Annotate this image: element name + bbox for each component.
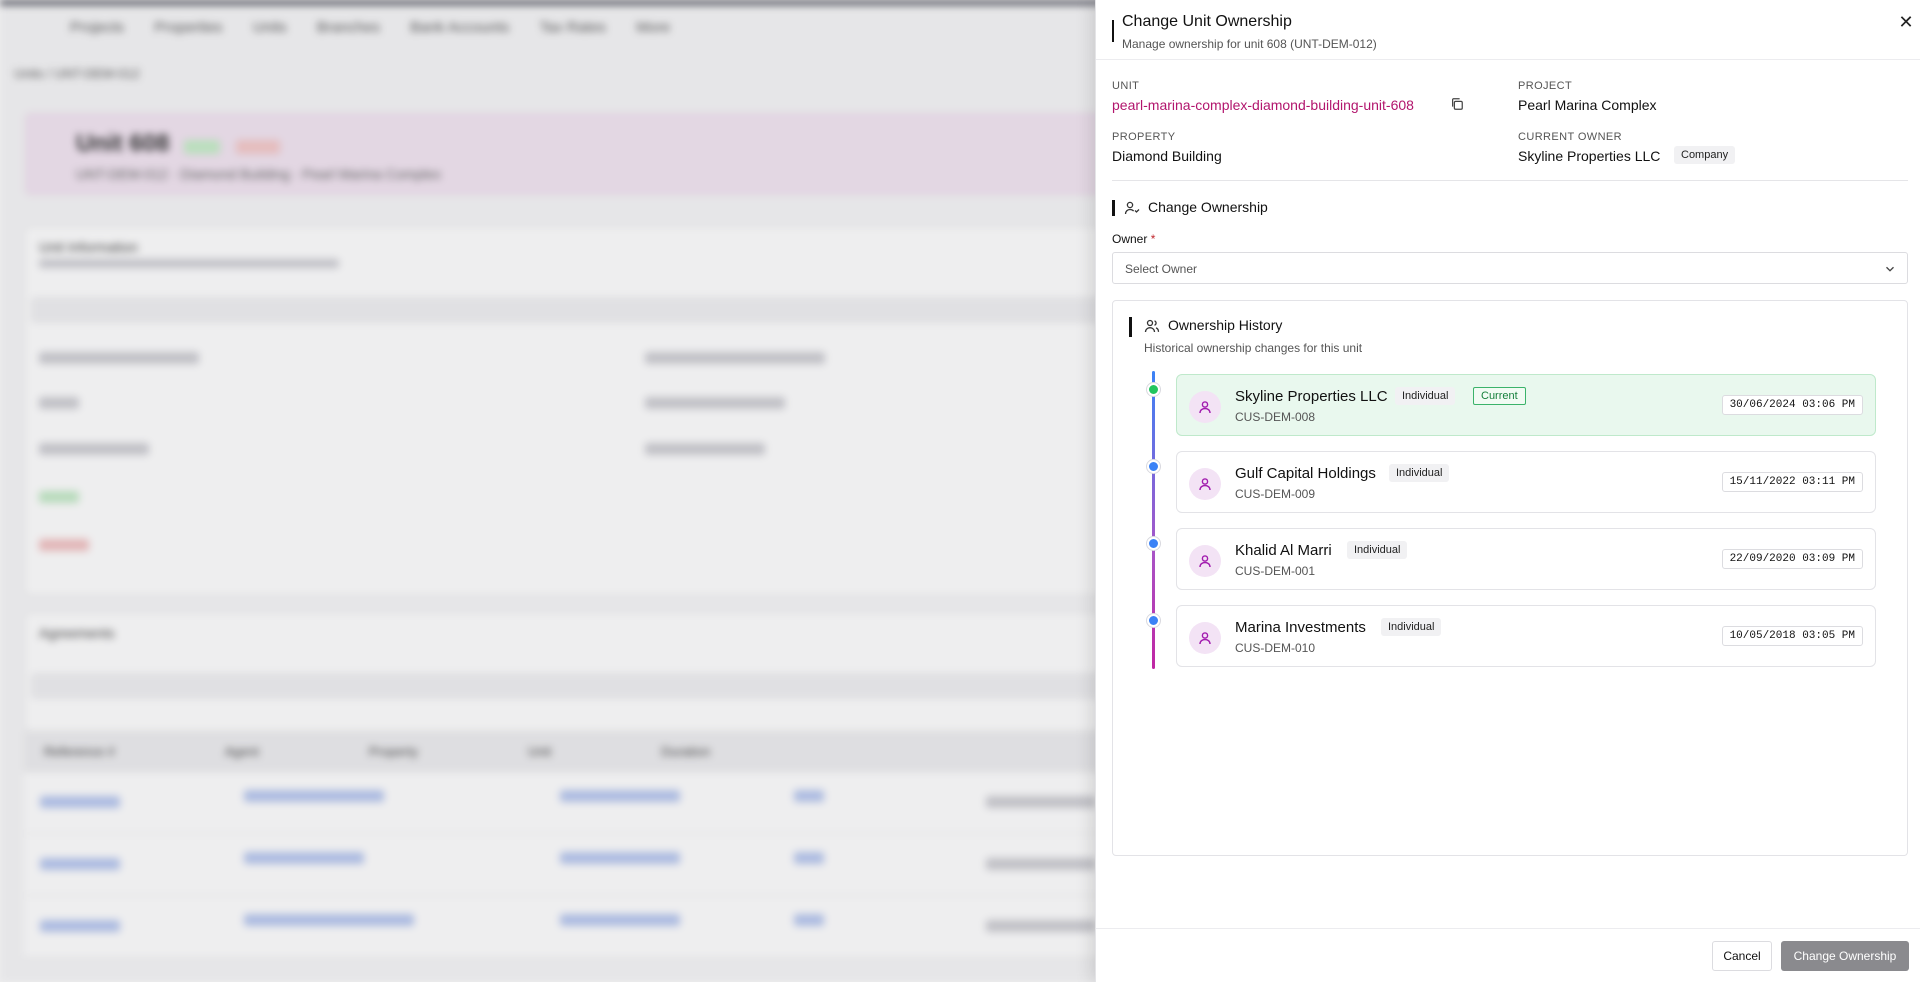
ownership-history-card: Ownership History Historical ownership c… bbox=[1112, 300, 1908, 856]
owner-name: Marina Investments bbox=[1235, 619, 1366, 636]
section-accent-bar bbox=[1112, 200, 1115, 216]
change-ownership-button[interactable]: Change Ownership bbox=[1781, 941, 1909, 971]
owner-type-badge: Individual bbox=[1389, 464, 1450, 482]
avatar bbox=[1189, 545, 1221, 577]
property-value: Diamond Building bbox=[1112, 148, 1222, 164]
owner-select[interactable]: Select Owner bbox=[1112, 252, 1908, 284]
user-icon bbox=[1199, 632, 1211, 645]
history-subtitle: Historical ownership changes for this un… bbox=[1144, 341, 1363, 355]
project-value: Pearl Marina Complex bbox=[1518, 97, 1657, 113]
timeline-dot bbox=[1147, 460, 1160, 473]
history-accent-bar bbox=[1129, 317, 1132, 337]
user-icon bbox=[1199, 478, 1211, 491]
unit-label: UNIT bbox=[1112, 80, 1140, 92]
required-asterisk: * bbox=[1150, 232, 1156, 246]
avatar bbox=[1189, 622, 1221, 654]
timeline-dot bbox=[1147, 537, 1160, 550]
current-owner-value: Skyline Properties LLC bbox=[1518, 148, 1661, 164]
owner-field-label: Owner * bbox=[1112, 232, 1155, 246]
current-owner-label: CURRENT OWNER bbox=[1518, 131, 1622, 143]
avatar bbox=[1189, 468, 1221, 500]
owner-name: Skyline Properties LLC bbox=[1235, 388, 1388, 405]
customer-code: CUS-DEM-001 bbox=[1235, 564, 1316, 578]
timeline-dot-current bbox=[1147, 383, 1160, 396]
customer-code: CUS-DEM-010 bbox=[1235, 641, 1316, 655]
property-label: PROPERTY bbox=[1112, 131, 1176, 143]
user-switch-icon bbox=[1124, 201, 1140, 215]
history-entry: Khalid Al Marri Individual CUS-DEM-001 2… bbox=[1176, 528, 1876, 590]
unit-slug-link[interactable]: pearl-marina-complex-diamond-building-un… bbox=[1112, 97, 1414, 113]
ownership-date: 10/05/2018 03:05 PM bbox=[1721, 626, 1863, 646]
divider bbox=[1112, 180, 1908, 181]
project-label: PROJECT bbox=[1518, 80, 1573, 92]
owner-type-badge: Company bbox=[1674, 146, 1736, 164]
history-entry: Gulf Capital Holdings Individual CUS-DEM… bbox=[1176, 451, 1876, 513]
chevron-down-icon bbox=[1886, 266, 1894, 272]
owner-type-badge: Individual bbox=[1395, 387, 1456, 405]
cancel-button[interactable]: Cancel bbox=[1712, 941, 1772, 971]
modal-backdrop[interactable] bbox=[0, 0, 1095, 982]
panel-header: Change Unit Ownership Manage ownership f… bbox=[1096, 0, 1920, 60]
owner-name: Gulf Capital Holdings bbox=[1235, 465, 1376, 482]
ownership-date: 30/06/2024 03:06 PM bbox=[1721, 395, 1863, 415]
avatar bbox=[1189, 391, 1221, 423]
owner-name: Khalid Al Marri bbox=[1235, 542, 1332, 559]
section-title: Change Ownership bbox=[1148, 199, 1268, 215]
owner-label-text: Owner bbox=[1112, 232, 1148, 246]
customer-code: CUS-DEM-008 bbox=[1235, 410, 1316, 424]
app-root: Projects Properties Units Branches Bank … bbox=[0, 0, 1920, 982]
current-badge: Current bbox=[1473, 387, 1526, 405]
close-icon[interactable]: ✕ bbox=[1894, 10, 1918, 34]
change-ownership-panel: Change Unit Ownership Manage ownership f… bbox=[1095, 0, 1920, 982]
timeline-dot bbox=[1147, 614, 1160, 627]
ownership-date: 15/11/2022 03:11 PM bbox=[1721, 472, 1863, 492]
owner-type-badge: Individual bbox=[1347, 541, 1408, 559]
user-icon bbox=[1199, 555, 1211, 568]
panel-subtitle: Manage ownership for unit 608 (UNT-DEM-0… bbox=[1122, 37, 1377, 51]
panel-title: Change Unit Ownership bbox=[1122, 13, 1292, 30]
history-title: Ownership History bbox=[1168, 317, 1283, 333]
owner-select-placeholder: Select Owner bbox=[1125, 262, 1198, 276]
customer-code: CUS-DEM-009 bbox=[1235, 487, 1316, 501]
history-entry: Marina Investments Individual CUS-DEM-01… bbox=[1176, 605, 1876, 667]
users-icon bbox=[1144, 319, 1160, 333]
user-icon bbox=[1199, 401, 1211, 414]
copy-icon[interactable] bbox=[1450, 97, 1464, 111]
history-entry: Skyline Properties LLC Individual Curren… bbox=[1176, 374, 1876, 436]
footer-divider bbox=[1096, 928, 1920, 929]
owner-type-badge: Individual bbox=[1381, 618, 1442, 636]
header-accent-bar bbox=[1112, 20, 1114, 42]
ownership-date: 22/09/2020 03:09 PM bbox=[1721, 549, 1863, 569]
